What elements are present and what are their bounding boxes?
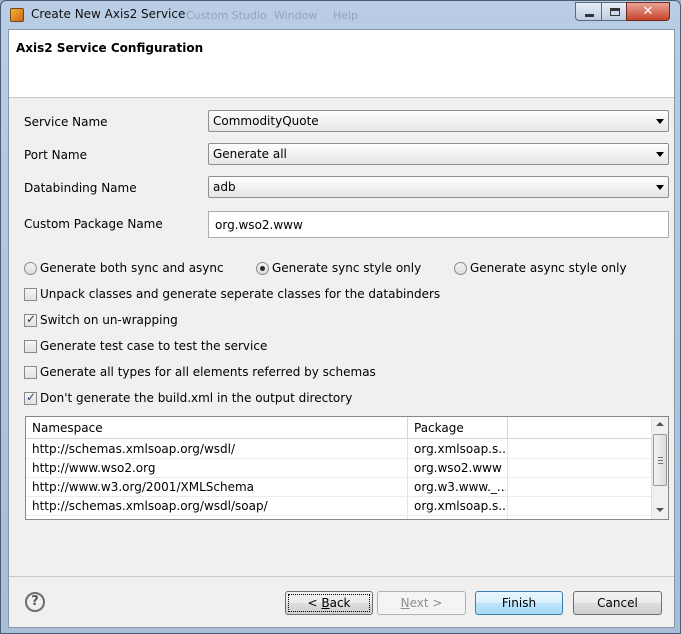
- checkbox-test-case[interactable]: [24, 340, 37, 353]
- wizard-banner: Axis2 Service Configuration: [9, 30, 674, 98]
- app-icon: [10, 8, 24, 22]
- radio-async-only[interactable]: [454, 262, 467, 275]
- column-header-namespace[interactable]: Namespace: [26, 417, 408, 439]
- radio-sync-and-async-label[interactable]: Generate both sync and async: [40, 261, 224, 275]
- scroll-down-arrow-icon[interactable]: [656, 508, 664, 512]
- namespace-cell: http://schemas.xmlsoap.org/wsdl/soap/: [32, 499, 268, 513]
- databinding-name-dropdown[interactable]: adb: [208, 176, 669, 198]
- custom-package-name-label: Custom Package Name: [24, 217, 163, 231]
- table-row[interactable]: http://www.wso2.org org.wso2.www: [26, 459, 652, 478]
- scroll-up-arrow-icon[interactable]: [656, 422, 664, 426]
- page-title: Axis2 Service Configuration: [16, 41, 204, 55]
- background-menu-item: Window: [274, 9, 318, 22]
- back-prefix: <: [307, 596, 322, 610]
- checkbox-unpack-classes-label[interactable]: Unpack classes and generate seperate cla…: [40, 287, 440, 301]
- background-menu-item: Help: [333, 9, 359, 22]
- title-bar[interactable]: Create New Axis2 Service Custom Studio W…: [1, 1, 680, 29]
- finish-button[interactable]: Finish: [475, 591, 563, 615]
- next-button[interactable]: Next >: [377, 591, 466, 615]
- maximize-icon: [610, 8, 620, 16]
- footer-separator: [9, 576, 674, 577]
- window-title: Create New Axis2 Service: [31, 7, 186, 21]
- vertical-scrollbar[interactable]: [651, 417, 668, 519]
- cancel-button[interactable]: Cancel: [573, 591, 662, 615]
- namespace-cell: http://www.w3.org/2001/XMLSchema: [32, 480, 254, 494]
- port-name-dropdown[interactable]: Generate all: [208, 143, 669, 165]
- checkbox-all-types[interactable]: [24, 366, 37, 379]
- radio-selected-dot: [260, 266, 265, 271]
- grip-line: [658, 457, 663, 458]
- dialog-window: Create New Axis2 Service Custom Studio W…: [0, 0, 681, 634]
- checkbox-test-case-label[interactable]: Generate test case to test the service: [40, 339, 267, 353]
- close-button[interactable]: ✕: [626, 2, 670, 21]
- checkmark-icon: ✓: [26, 312, 37, 326]
- question-mark-icon[interactable]: ?: [25, 592, 45, 612]
- grip-line: [658, 460, 663, 461]
- checkbox-unpack-classes[interactable]: [24, 288, 37, 301]
- next-label-rest: ext >: [409, 596, 443, 610]
- custom-package-name-input[interactable]: [209, 212, 668, 237]
- radio-sync-and-async[interactable]: [24, 262, 37, 275]
- checkbox-all-types-label[interactable]: Generate all types for all elements refe…: [40, 365, 376, 379]
- package-cell[interactable]: org.w3.www._...: [408, 480, 506, 494]
- minimize-icon: [585, 14, 594, 17]
- next-mnemonic: N: [400, 596, 410, 610]
- checkbox-unwrapping[interactable]: ✓: [24, 312, 37, 327]
- radio-async-only-label[interactable]: Generate async style only: [470, 261, 627, 275]
- package-cell[interactable]: org.wso2.www: [408, 461, 506, 475]
- close-icon: ✕: [642, 4, 654, 19]
- chevron-down-icon: [656, 185, 664, 190]
- chevron-down-icon: [656, 152, 664, 157]
- package-cell[interactable]: org.xmlsoap.s...: [408, 499, 506, 513]
- back-button[interactable]: < Back: [285, 591, 373, 615]
- namespace-cell: http://www.wso2.org: [32, 461, 156, 475]
- table-row[interactable]: http://schemas.xmlsoap.org/wsdl/ org.xml…: [26, 440, 652, 459]
- package-cell[interactable]: org.xmlsoap.s...: [408, 442, 506, 456]
- port-name-label: Port Name: [24, 148, 88, 162]
- checkbox-no-build-xml-label[interactable]: Don't generate the build.xml in the outp…: [40, 391, 352, 405]
- chevron-down-icon: [656, 119, 664, 124]
- service-name-value: CommodityQuote: [213, 114, 319, 128]
- port-name-value: Generate all: [213, 147, 287, 161]
- column-header-package[interactable]: Package: [408, 417, 508, 439]
- radio-sync-only-label[interactable]: Generate sync style only: [272, 261, 421, 275]
- databinding-name-value: adb: [213, 180, 236, 194]
- scrollbar-thumb[interactable]: [653, 434, 667, 486]
- background-menu-item: Custom Studio: [186, 9, 267, 22]
- back-label-rest: ack: [329, 596, 351, 610]
- namespace-package-table[interactable]: Namespace Package http://schemas.xmlsoap…: [25, 416, 669, 520]
- checkbox-unwrapping-label[interactable]: Switch on un-wrapping: [40, 313, 178, 327]
- custom-package-name-field[interactable]: [208, 211, 669, 238]
- databinding-name-label: Databinding Name: [24, 181, 137, 195]
- checkmark-icon: ✓: [26, 390, 37, 404]
- table-row[interactable]: http://www.w3.org/2001/XMLSchema org.w3.…: [26, 478, 652, 497]
- dialog-client-area: Axis2 Service Configuration Service Name…: [8, 29, 675, 628]
- grip-line: [658, 463, 663, 464]
- namespace-cell: http://schemas.xmlsoap.org/wsdl/: [32, 442, 235, 456]
- table-row[interactable]: http://schemas.xmlsoap.org/wsdl/soap/ or…: [26, 497, 652, 516]
- maximize-button[interactable]: [601, 2, 627, 21]
- service-name-dropdown[interactable]: CommodityQuote: [208, 110, 669, 132]
- minimize-button[interactable]: [575, 2, 602, 21]
- back-mnemonic: B: [321, 596, 330, 610]
- service-name-label: Service Name: [24, 115, 108, 129]
- checkbox-no-build-xml[interactable]: ✓: [24, 390, 37, 405]
- table-header: Namespace Package: [26, 417, 652, 439]
- radio-sync-only[interactable]: [256, 262, 269, 275]
